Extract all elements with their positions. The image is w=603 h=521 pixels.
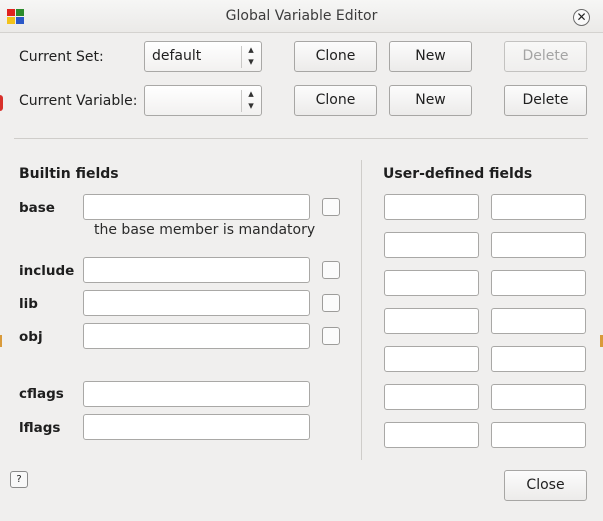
horizontal-divider	[14, 138, 588, 139]
current-variable-combo[interactable]: ▴ ▾	[144, 85, 262, 116]
base-input[interactable]	[83, 194, 310, 220]
base-mandatory-note: the base member is mandatory	[94, 222, 316, 238]
obj-input[interactable]	[83, 323, 310, 349]
user-field-value-input[interactable]	[491, 346, 586, 372]
include-input[interactable]	[83, 257, 310, 283]
user-defined-fields-heading: User-defined fields	[383, 166, 533, 182]
base-checkbox[interactable]	[322, 198, 340, 216]
delete-set-button[interactable]: Delete	[504, 41, 587, 72]
cflags-label: cflags	[19, 386, 64, 402]
user-field-name-input[interactable]	[384, 232, 479, 258]
lflags-input[interactable]	[83, 414, 310, 440]
builtin-fields-heading: Builtin fields	[19, 166, 119, 182]
close-icon[interactable]: ✕	[573, 9, 590, 26]
clone-set-button[interactable]: Clone	[294, 41, 377, 72]
close-button[interactable]: Close	[504, 470, 587, 501]
user-field-name-input[interactable]	[384, 308, 479, 334]
obj-label: obj	[19, 329, 43, 345]
combo-separator	[241, 46, 242, 68]
current-variable-label: Current Variable:	[19, 93, 138, 109]
lib-label: lib	[19, 296, 38, 312]
user-field-value-input[interactable]	[491, 232, 586, 258]
user-field-name-input[interactable]	[384, 346, 479, 372]
current-set-combo[interactable]: default ▴ ▾	[144, 41, 262, 72]
user-field-value-input[interactable]	[491, 270, 586, 296]
new-variable-button[interactable]: New	[389, 85, 472, 116]
window-title: Global Variable Editor	[225, 8, 378, 24]
user-field-value-input[interactable]	[491, 308, 586, 334]
background-window-edge	[0, 335, 2, 347]
vertical-divider	[361, 160, 362, 460]
up-down-arrows-icon: ▴ ▾	[248, 43, 254, 68]
user-field-name-input[interactable]	[384, 270, 479, 296]
user-field-name-input[interactable]	[384, 384, 479, 410]
lib-input[interactable]	[83, 290, 310, 316]
background-window-edge	[0, 95, 3, 111]
combo-separator	[241, 90, 242, 112]
user-field-value-input[interactable]	[491, 194, 586, 220]
current-set-label: Current Set:	[19, 49, 104, 65]
current-set-value: default	[152, 48, 202, 64]
lib-checkbox[interactable]	[322, 294, 340, 312]
base-label: base	[19, 200, 55, 216]
lflags-label: lflags	[19, 420, 61, 436]
clone-variable-button[interactable]: Clone	[294, 85, 377, 116]
include-checkbox[interactable]	[322, 261, 340, 279]
obj-checkbox[interactable]	[322, 327, 340, 345]
new-set-button[interactable]: New	[389, 41, 472, 72]
cflags-input[interactable]	[83, 381, 310, 407]
user-field-name-input[interactable]	[384, 422, 479, 448]
user-field-name-input[interactable]	[384, 194, 479, 220]
up-down-arrows-icon: ▴ ▾	[248, 87, 254, 112]
include-label: include	[19, 263, 75, 279]
help-icon[interactable]: ?	[10, 471, 28, 488]
delete-variable-button[interactable]: Delete	[504, 85, 587, 116]
user-field-value-input[interactable]	[491, 422, 586, 448]
user-field-value-input[interactable]	[491, 384, 586, 410]
